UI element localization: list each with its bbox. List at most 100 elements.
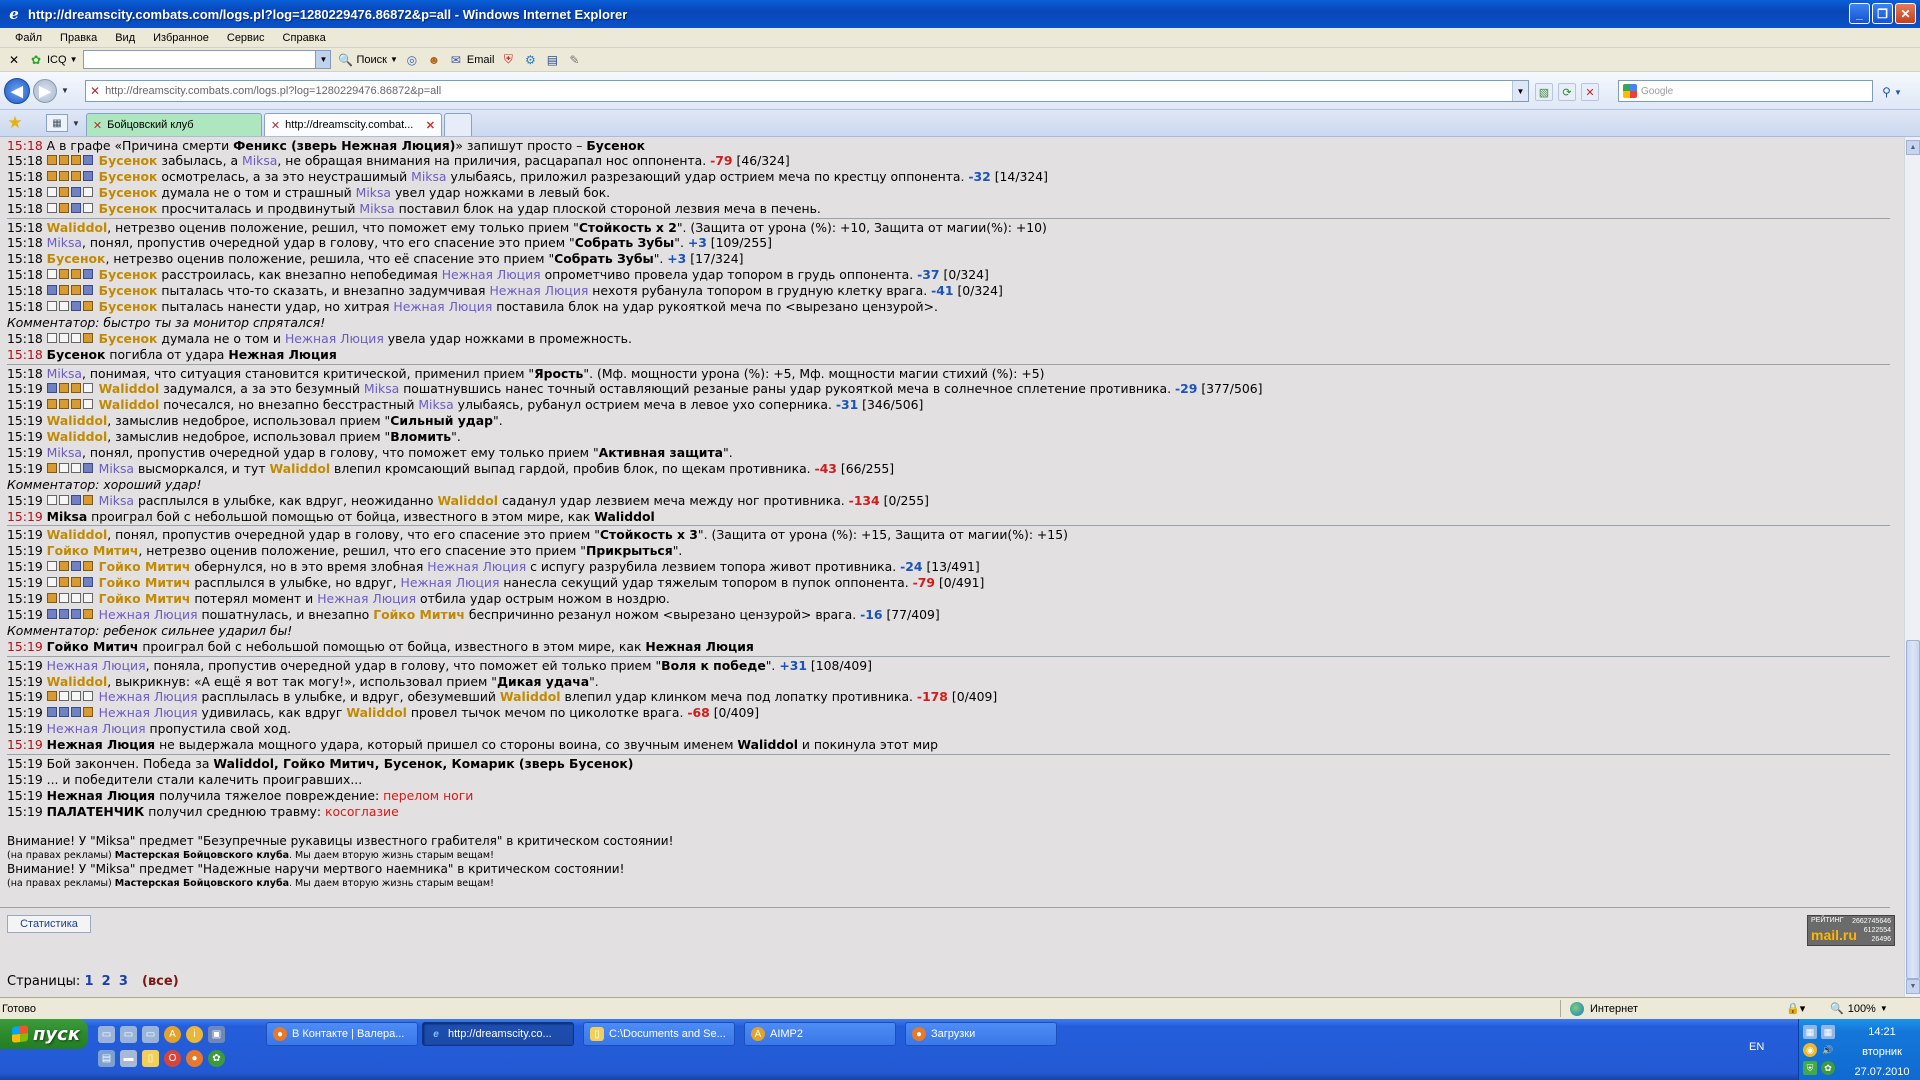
chevron-down-icon[interactable]: ▼ [315, 51, 331, 68]
stop-icon[interactable]: ✕ [1581, 83, 1599, 101]
info-icon[interactable]: i [186, 1026, 203, 1043]
taskbar-item-vkontakte[interactable]: ● В Контакте | Валера... [266, 1022, 418, 1046]
firefox-icon[interactable]: ● [186, 1050, 203, 1067]
page-link-all[interactable]: (все) [142, 974, 179, 989]
desktop-icon[interactable]: ▤ [98, 1050, 115, 1067]
page-link-2[interactable]: 2 [102, 974, 111, 989]
aimp-icon[interactable]: A [164, 1026, 181, 1043]
mailru-counter[interactable]: РЕЙТИНГ mail.ru 2662745646 6122554 26496 [1807, 915, 1895, 946]
drive-icon[interactable]: ▭ [142, 1026, 159, 1043]
log-message: Нежная Люция удивилась, как вдруг Walidd… [98, 705, 760, 721]
email-button[interactable]: ✉ Email [448, 52, 495, 68]
quick-tabs-icon[interactable]: ▦ [46, 114, 68, 132]
menu-favorites[interactable]: Избранное [144, 32, 218, 44]
taskbar-item-downloads[interactable]: ● Загрузки [905, 1022, 1057, 1046]
log-time: 15:18 [7, 184, 43, 200]
toolbar-search-button[interactable]: 🔍 Поиск ▼ [337, 52, 398, 68]
volume-icon[interactable]: 🔊 [1821, 1043, 1835, 1057]
start-button[interactable]: пуск [0, 1019, 88, 1049]
log-message: Бой закончен. Победа за Waliddol, Гойко … [46, 755, 634, 771]
menu-tools[interactable]: Сервис [218, 32, 274, 44]
folder-icon[interactable]: ▯ [142, 1050, 159, 1067]
paw-icon[interactable]: ✿ [1821, 1061, 1835, 1075]
log-line: 15:18 Бусенок просчиталась и продвинутый… [7, 201, 1904, 217]
paw-icon[interactable]: ✿ [208, 1050, 225, 1067]
keyboard-icon[interactable]: ▬ [120, 1050, 137, 1067]
protected-mode-icon[interactable]: 🔒▾ [1786, 1002, 1805, 1015]
log-message: Гойко Митич, нетрезво оценив положение, … [46, 543, 683, 559]
log-time: 15:19 [7, 787, 43, 803]
window-title-bar[interactable]: e http://dreamscity.combats.com/logs.pl?… [0, 0, 1920, 28]
taskbar-item-ie[interactable]: e http://dreamscity.co... [422, 1022, 574, 1046]
minimize-button[interactable]: _ [1849, 3, 1870, 24]
icq-button[interactable]: ✿ ICQ ▼ [28, 52, 78, 68]
log-line: 15:19 Гойко Митич обернулся, но в это вр… [7, 559, 1904, 575]
chevron-down-icon[interactable]: ▼ [61, 86, 69, 95]
scroll-down-icon[interactable]: ▼ [1906, 979, 1920, 994]
menu-edit[interactable]: Правка [51, 32, 106, 44]
menu-file[interactable]: Файл [6, 32, 51, 44]
compatibility-icon[interactable]: ▧ [1535, 83, 1553, 101]
drive-icon[interactable]: ▭ [120, 1026, 137, 1043]
shield-icon[interactable]: ⛨ [1803, 1061, 1817, 1075]
ie-logo-icon: e [433, 1028, 439, 1040]
notepad-icon[interactable]: ▤ [544, 52, 560, 68]
back-button[interactable]: ◀ [4, 77, 30, 104]
vertical-scrollbar[interactable]: ▲ ▼ [1904, 137, 1920, 997]
sound-icon[interactable]: ◉ [1803, 1043, 1817, 1057]
scroll-up-icon[interactable]: ▲ [1906, 140, 1920, 155]
chevron-down-icon[interactable]: ▼ [72, 119, 80, 128]
search-go-button[interactable]: ⚲ ▼ [1877, 83, 1907, 101]
page-link-3[interactable]: 3 [119, 974, 128, 989]
log-time: 15:19 [7, 591, 43, 607]
shield-icon[interactable]: ⛨ [500, 52, 516, 68]
log-message: Waliddol, выкрикнув: «А ещё я вот так мо… [46, 673, 599, 689]
people-icon[interactable]: ☻ [426, 52, 442, 68]
tab-fight-club[interactable]: ✕ Бойцовский клуб [85, 113, 262, 136]
taskbar-item-aimp[interactable]: A AIMP2 [744, 1022, 896, 1046]
close-button[interactable]: ✕ [1895, 3, 1916, 24]
menu-help[interactable]: Справка [274, 32, 335, 44]
status-text: Готово [2, 1002, 36, 1015]
status-bar: Готово Интернет 🔒▾ 🔍 100% ▼ [0, 997, 1920, 1019]
network-icon[interactable]: ▦ [1803, 1025, 1817, 1039]
log-time: 15:19 [7, 381, 43, 397]
log-message: Бусенок думала не о том и страшный Miksa… [98, 184, 611, 200]
statistics-button[interactable]: Статистика [7, 915, 91, 933]
refresh-icon[interactable]: ⟳ [1558, 83, 1576, 101]
network-icon[interactable]: ⚙ [522, 52, 538, 68]
log-line: 15:19 Нежная Люция, поняла, пропустив оч… [7, 658, 1904, 674]
radar-icon[interactable]: ◎ [404, 52, 420, 68]
log-line: 15:19 Нежная Люция получила тяжелое повр… [7, 788, 1904, 804]
forward-button[interactable]: ▶ [33, 78, 57, 103]
maximize-button[interactable]: ❐ [1872, 3, 1893, 24]
new-tab-button[interactable] [443, 113, 472, 136]
log-separator [7, 525, 1890, 527]
url-input[interactable]: ✕ http://dreamscity.combats.com/logs.pl?… [85, 80, 1529, 102]
security-zone[interactable]: Интернет [1570, 1001, 1638, 1016]
log-message: ... и победители стали калечить проиграв… [46, 771, 363, 787]
toolbar-search-input[interactable]: ▼ [83, 50, 332, 69]
toolbar-close-icon[interactable]: ✕ [6, 52, 22, 68]
tab-close-icon[interactable]: ✕ [426, 119, 435, 132]
favorites-star-icon[interactable]: ★ [4, 112, 26, 134]
pin-icon[interactable]: ✎ [566, 52, 582, 68]
language-indicator[interactable]: EN [1749, 1041, 1764, 1053]
hit-zone-icon [46, 462, 95, 474]
taskbar-item-explorer[interactable]: ▯ C:\Documents and Se... [583, 1022, 735, 1046]
menu-view[interactable]: Вид [106, 32, 144, 44]
google-search-input[interactable]: Google [1618, 80, 1873, 102]
zoom-control[interactable]: 🔍 100% ▼ [1830, 1002, 1888, 1016]
log-line: 15:19 Waliddol почесался, но внезапно бе… [7, 397, 1904, 413]
monitor-icon[interactable]: ▣ [208, 1026, 225, 1043]
hit-zone-icon [46, 301, 95, 312]
page-link-1[interactable]: 1 [84, 974, 93, 989]
drive-icon[interactable]: ▭ [98, 1026, 115, 1043]
clock[interactable]: 14:21 вторник 27.07.2010 [1847, 1025, 1917, 1080]
opera-icon[interactable]: O [164, 1050, 181, 1067]
network-icon[interactable]: ▦ [1821, 1025, 1835, 1039]
chevron-down-icon[interactable]: ▼ [1512, 81, 1528, 101]
scroll-thumb[interactable] [1906, 640, 1920, 979]
tab-log-active[interactable]: ✕ http://dreamscity.combat... ✕ [263, 113, 442, 136]
windows-flag-icon [12, 1025, 28, 1043]
